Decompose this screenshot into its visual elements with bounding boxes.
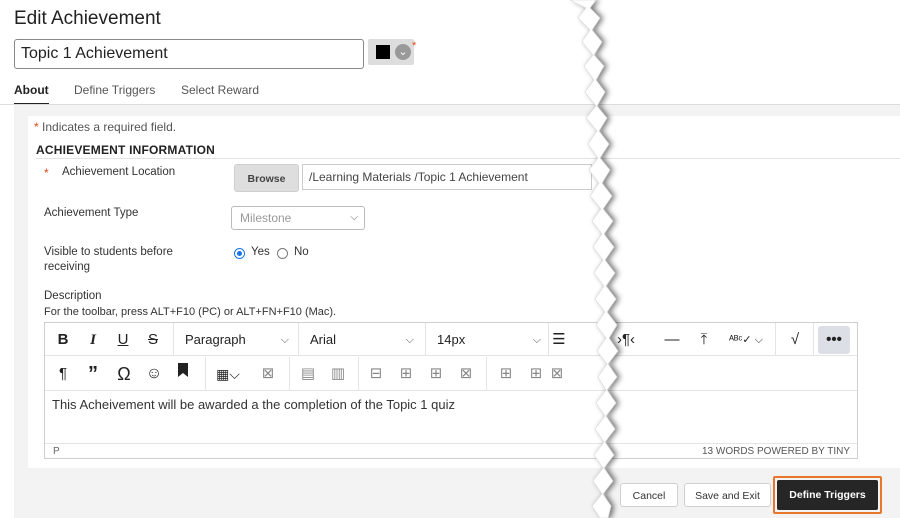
toolbar-separator: [425, 323, 426, 356]
visible-yes-radio[interactable]: [234, 248, 245, 259]
table-icon[interactable]: ▦⌵: [211, 360, 245, 388]
section-divider: [36, 158, 900, 159]
insert-column-before-icon[interactable]: ⊞: [493, 360, 519, 388]
insert-icon[interactable]: ⤒: [689, 326, 719, 354]
achievement-type-label: Achievement Type: [44, 207, 139, 219]
color-swatch: [376, 45, 390, 59]
insert-column-icon[interactable]: ⊞: [423, 360, 449, 388]
emoji-icon[interactable]: ☺: [141, 360, 167, 388]
underline-icon[interactable]: U: [111, 326, 135, 354]
visible-no-radio[interactable]: [277, 248, 288, 259]
paragraph-mark-icon[interactable]: ›¶‹: [611, 326, 641, 354]
required-field-note: * Indicates a required field.: [34, 120, 176, 134]
name-required-star: *: [412, 40, 417, 52]
block-format-value: Paragraph: [185, 332, 246, 347]
color-picker[interactable]: ⌄: [368, 39, 414, 65]
strikethrough-icon[interactable]: S: [141, 326, 165, 354]
font-family-select[interactable]: Arial ⌵: [300, 326, 420, 354]
achievement-name-input[interactable]: [14, 39, 364, 69]
spellcheck-icon[interactable]: ᴬᴮᶜ✓ ⌵: [725, 326, 767, 354]
achievement-type-select[interactable]: Milestone ⌵: [231, 206, 365, 230]
visible-yes-label[interactable]: Yes: [251, 245, 270, 260]
toolbar-separator: [358, 357, 359, 391]
horizontal-rule-icon[interactable]: —: [657, 326, 687, 354]
chevron-down-icon: ⌵: [532, 334, 541, 346]
required-note-text: Indicates a required field.: [42, 120, 177, 134]
delete-row-icon[interactable]: ⊠: [453, 360, 479, 388]
table-cell-icon[interactable]: ▥: [325, 360, 351, 388]
chevron-down-icon: ⌵: [405, 334, 414, 346]
description-label: Description: [44, 290, 102, 302]
status-element-path[interactable]: P: [53, 446, 60, 457]
cancel-button[interactable]: Cancel: [620, 483, 678, 507]
insert-row-before-icon[interactable]: ⊟: [363, 360, 389, 388]
editor-toolbar-row-1: B I U S Paragraph ⌵ Arial ⌵ 14px ⌵ ☰ ›¶‹…: [45, 323, 857, 356]
editor-toolbar-row-2: ¶ ” Ω ☺ ▦⌵ ⊠ ▤ ▥ ⊟ ⊞ ⊞ ⊠ ⊞ ⊞ ⊠: [45, 357, 857, 391]
font-size-value: 14px: [437, 332, 466, 347]
insert-column-after-icon[interactable]: ⊞: [523, 360, 549, 388]
toolbar-separator: [486, 357, 487, 391]
toolbar-separator: [205, 357, 206, 391]
block-format-select[interactable]: Paragraph ⌵: [175, 326, 295, 354]
omega-icon[interactable]: Ω: [111, 360, 137, 388]
toolbar-separator: [298, 323, 299, 356]
insert-row-after-icon[interactable]: ⊞: [393, 360, 419, 388]
location-label: Achievement Location: [62, 166, 176, 178]
chevron-down-icon: ⌵: [350, 212, 358, 223]
toolbar-separator: [813, 323, 814, 356]
quote-icon[interactable]: ”: [81, 360, 105, 388]
location-path-field[interactable]: /Learning Materials /Topic 1 Achievement: [302, 164, 592, 190]
align-icon[interactable]: ☰: [549, 326, 569, 354]
italic-icon[interactable]: I: [81, 326, 105, 354]
font-size-select[interactable]: 14px ⌵: [427, 326, 547, 354]
color-chevron-icon: ⌄: [395, 44, 411, 60]
table-delete-icon[interactable]: ⊠: [255, 360, 281, 388]
toolbar-separator: [289, 357, 290, 391]
pilcrow-icon[interactable]: ¶: [51, 360, 75, 388]
browse-button[interactable]: Browse: [234, 164, 299, 192]
bold-icon[interactable]: B: [51, 326, 75, 354]
visible-before-receiving-label: Visible to students before receiving: [44, 246, 173, 273]
save-and-exit-button[interactable]: Save and Exit: [684, 483, 771, 507]
tab-define-triggers[interactable]: Define Triggers: [74, 83, 155, 97]
more-icon[interactable]: •••: [818, 326, 850, 354]
achievement-type-value: Milestone: [240, 211, 292, 225]
font-family-value: Arial: [310, 332, 337, 347]
toolbar-separator: [173, 323, 174, 356]
visible-no-label[interactable]: No: [294, 245, 309, 260]
section-title: ACHIEVEMENT INFORMATION: [36, 143, 216, 157]
page-title: Edit Achievement: [14, 8, 161, 29]
bookmark-icon[interactable]: [171, 360, 195, 388]
toolbar-hint: For the toolbar, press ALT+F10 (PC) or A…: [44, 306, 337, 318]
tab-about[interactable]: About: [14, 83, 49, 105]
required-star: *: [34, 120, 39, 134]
define-triggers-button[interactable]: Define Triggers: [777, 480, 878, 510]
toolbar-separator: [775, 323, 776, 356]
checkmark-icon[interactable]: √: [781, 326, 809, 354]
location-required-star: *: [44, 166, 49, 180]
status-word-count: 13 WORDS POWERED BY TINY: [702, 446, 850, 457]
tab-select-reward[interactable]: Select Reward: [181, 83, 259, 97]
delete-column-icon[interactable]: ⊠: [549, 360, 565, 388]
chevron-down-icon: ⌵: [280, 334, 289, 346]
table-row-icon[interactable]: ▤: [295, 360, 321, 388]
editor-content[interactable]: This Acheivement will be awarded a the c…: [52, 397, 455, 412]
